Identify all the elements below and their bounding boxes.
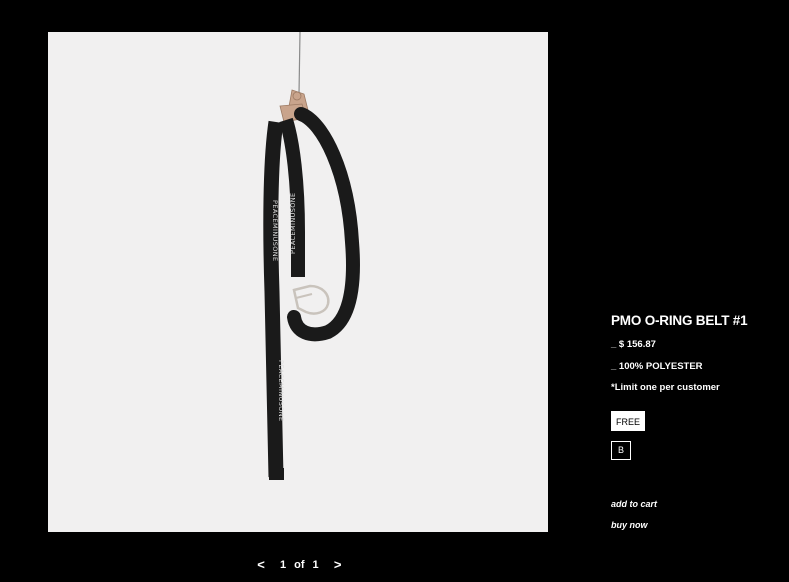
pager-total: 1 xyxy=(312,559,319,571)
next-arrow-icon[interactable]: > xyxy=(331,557,345,573)
product-material: _ 100% POLYESTER xyxy=(611,361,703,372)
image-pager: < 1 of 1 > xyxy=(254,557,345,573)
product-info: PMO O-RING BELT #1 _ $ 156.87 _ 100% POL… xyxy=(611,312,781,530)
prev-arrow-icon[interactable]: < xyxy=(254,557,268,573)
pager-of: of xyxy=(294,559,305,571)
product-image: PEACEMINUSONE PEACEMINUSONE PEACEMINUSON… xyxy=(48,32,548,532)
color-option-b[interactable]: B xyxy=(611,441,631,460)
add-to-cart-link[interactable]: add to cart xyxy=(611,499,657,509)
product-title: PMO O-RING BELT #1 xyxy=(611,313,748,328)
belt-print-inner: PEACEMINUSONE xyxy=(289,192,297,254)
limit-note: *Limit one per customer xyxy=(611,382,720,393)
product-price: _ $ 156.87 xyxy=(611,339,656,350)
product-page: PEACEMINUSONE PEACEMINUSONE PEACEMINUSON… xyxy=(0,0,789,582)
buy-now-link[interactable]: buy now xyxy=(611,520,648,530)
belt-print-upper: PEACEMINUSONE xyxy=(271,200,279,262)
belt-photo: PEACEMINUSONE PEACEMINUSONE PEACEMINUSON… xyxy=(48,32,548,532)
pager-current: 1 xyxy=(280,559,287,571)
belt-long-strap xyxy=(263,120,284,478)
size-option-free[interactable]: FREE xyxy=(611,411,646,431)
belt-print-lower: PEACEMINUSONE xyxy=(277,360,285,422)
belt-tip xyxy=(269,468,284,480)
